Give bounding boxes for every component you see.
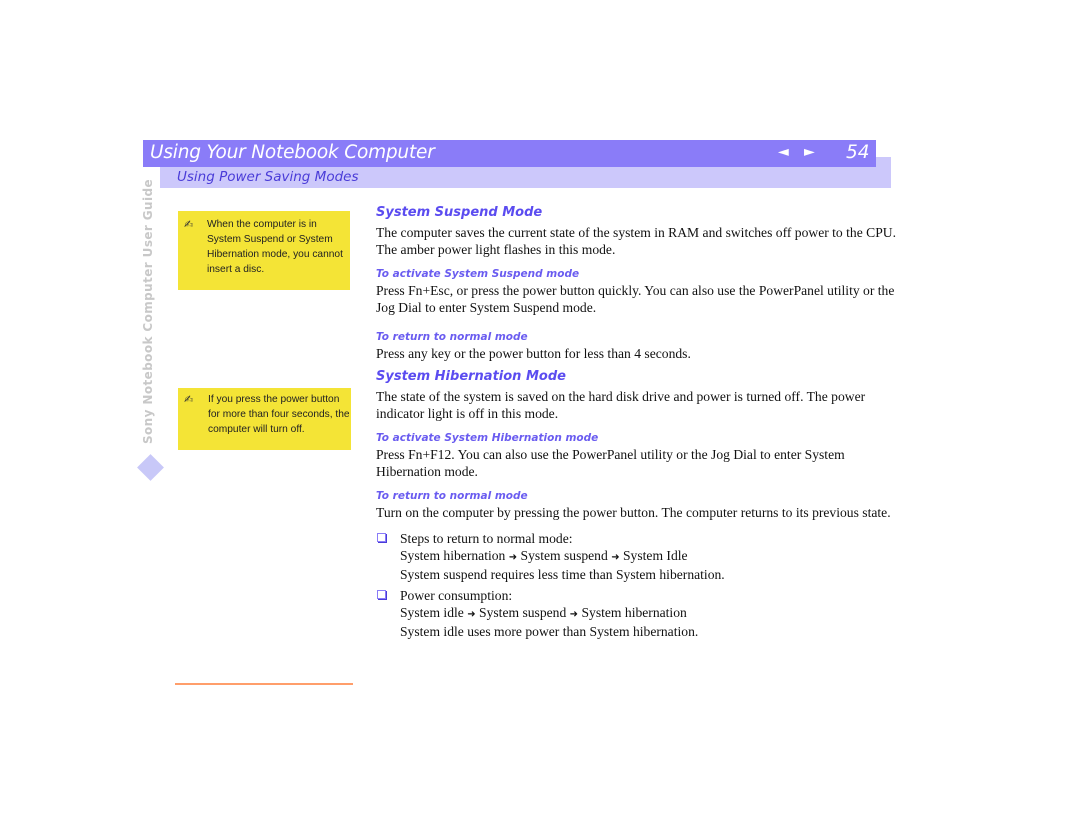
paragraph: The state of the system is saved on the … <box>376 389 866 421</box>
bullet-list: Steps to return to normal mode: System h… <box>376 530 896 640</box>
section-title: Using Power Saving Modes <box>177 169 359 185</box>
pencil-note-icon: ✍ <box>184 218 194 231</box>
paragraph: Press Fn+F12. You can also use the Power… <box>376 447 845 479</box>
paragraph: The computer saves the current state of … <box>376 225 896 257</box>
bullet-sequence: System hibernation ➜ System suspend ➜ Sy… <box>400 547 896 566</box>
section-heading: System Suspend Mode <box>376 205 543 220</box>
subheading: To activate System Hibernation mode <box>376 432 599 444</box>
note-box: ✍ If you press the power button for more… <box>178 388 351 450</box>
arrow-right-icon: ➜ <box>467 609 476 620</box>
paragraph: Press Fn+Esc, or press the power button … <box>376 283 895 315</box>
sequence-step: System suspend <box>479 605 567 620</box>
bullet-note: System idle uses more power than System … <box>400 624 699 639</box>
paragraph: Turn on the computer by pressing the pow… <box>376 505 891 520</box>
page-number: 54 <box>846 142 870 163</box>
chapter-title: Using Your Notebook Computer <box>150 142 435 163</box>
note-box: ✍ When the computer is in System Suspend… <box>178 211 350 290</box>
bullet-title: Steps to return to normal mode: <box>400 531 573 546</box>
checkbox-bullet-icon <box>377 533 386 542</box>
list-item: Steps to return to normal mode: System h… <box>376 530 896 583</box>
subheading: To return to normal mode <box>376 331 528 343</box>
footer-rule <box>175 683 353 685</box>
note-text: When the computer is in System Suspend o… <box>207 219 343 275</box>
checkbox-bullet-icon <box>377 590 386 599</box>
bullet-sequence: System idle ➜ System suspend ➜ System hi… <box>400 604 896 623</box>
subheading: To activate System Suspend mode <box>376 268 580 280</box>
sequence-step: System suspend <box>520 548 608 563</box>
previous-page-icon[interactable]: ◄ <box>778 144 789 160</box>
subheading: To return to normal mode <box>376 490 528 502</box>
next-page-icon[interactable]: ► <box>804 144 815 160</box>
list-item: Power consumption: System idle ➜ System … <box>376 587 896 640</box>
sequence-step: System hibernation <box>581 605 687 620</box>
pencil-note-icon: ✍ <box>184 393 194 406</box>
bullet-title: Power consumption: <box>400 588 513 603</box>
sequence-step: System Idle <box>622 548 688 563</box>
arrow-right-icon: ➜ <box>611 552 620 563</box>
section-heading: System Hibernation Mode <box>376 369 566 384</box>
sequence-step: System idle <box>400 605 464 620</box>
sequence-step: System hibernation <box>400 548 506 563</box>
arrow-right-icon: ➜ <box>569 609 579 620</box>
main-content: System Suspend Mode The computer saves t… <box>376 204 896 640</box>
diamond-icon <box>137 454 164 481</box>
bullet-note: System suspend requires less time than S… <box>400 567 725 582</box>
arrow-right-icon: ➜ <box>508 552 518 563</box>
paragraph: Press any key or the power button for le… <box>376 346 691 361</box>
note-text: If you press the power button for more t… <box>208 394 350 435</box>
header-shadow <box>876 157 891 167</box>
guide-vertical-label: Sony Notebook Computer User Guide <box>141 178 155 444</box>
